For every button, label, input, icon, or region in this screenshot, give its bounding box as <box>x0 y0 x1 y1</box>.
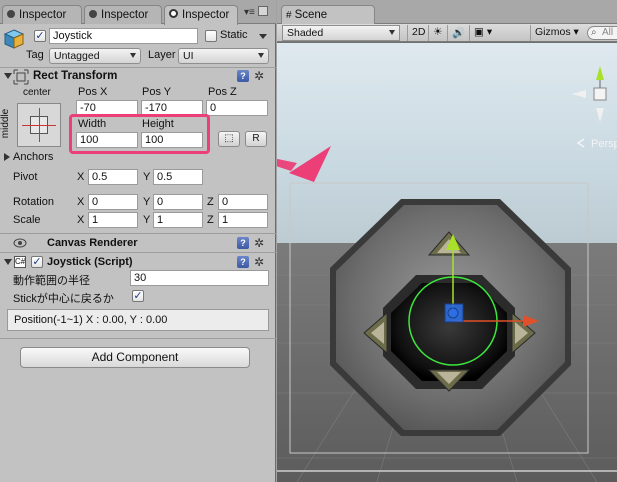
pos-z-field[interactable]: 0 <box>206 100 268 116</box>
rotation-y-axis-label: Y <box>143 196 151 208</box>
script-icon: C# <box>14 256 26 268</box>
scene-render: Persp <box>277 43 617 482</box>
search-icon: ⌕ <box>591 27 597 38</box>
rect-transform-icon <box>13 69 29 85</box>
pos-z-label: Pos Z <box>208 86 237 98</box>
scene-panel: #Scene Shaded 2D ☀ 🔊 ▣ ▾ Gizmos ▾ ⌕All <box>277 0 617 482</box>
effects-dropdown-icon[interactable]: ▣ ▾ <box>469 25 496 41</box>
rotation-label: Rotation <box>13 196 54 208</box>
chevron-down-icon <box>130 53 136 58</box>
gameobject-active-checkbox[interactable]: ✓ <box>34 30 46 42</box>
rotation-y-field[interactable]: 0 <box>153 194 203 210</box>
pos-y-label: Pos Y <box>142 86 172 98</box>
static-checkbox[interactable] <box>205 30 217 42</box>
canvas-renderer-header[interactable]: Canvas Renderer ? ✲ <box>0 233 276 251</box>
gear-icon[interactable]: ✲ <box>254 256 264 268</box>
return-to-center-checkbox[interactable]: ✓ <box>132 290 144 302</box>
scene-toolbar: Shaded 2D ☀ 🔊 ▣ ▾ Gizmos ▾ ⌕ All <box>277 24 617 42</box>
script-enabled-checkbox[interactable]: ✓ <box>31 256 43 268</box>
pivot-label: Pivot <box>13 171 38 183</box>
lighting-toggle-icon[interactable]: ☀ <box>428 25 446 41</box>
position-readout: Position(-1~1) X : 0.00, Y : 0.00 <box>7 309 269 331</box>
return-to-center-label: Stickが中心に戻るか <box>13 293 114 305</box>
rotation-x-axis-label: X <box>77 196 85 208</box>
eye-icon <box>13 237 27 249</box>
scale-y-axis-label: Y <box>143 214 151 226</box>
2d-toggle-button[interactable]: 2D <box>407 25 429 41</box>
tag-dropdown[interactable]: Untagged <box>49 48 141 64</box>
blueprint-mode-button[interactable]: ⬚ <box>218 131 240 147</box>
rotation-x-field[interactable]: 0 <box>88 194 138 210</box>
layer-label: Layer <box>148 49 176 61</box>
tab-inspector-3[interactable]: Inspector <box>164 5 238 25</box>
chevron-down-icon <box>389 30 395 35</box>
chevron-down-icon <box>258 53 264 58</box>
raw-edit-button[interactable]: R <box>245 131 267 147</box>
static-label: Static <box>220 29 248 41</box>
scene-grid-icon: # <box>286 10 292 21</box>
scale-z-axis-label: Z <box>207 214 214 226</box>
anchor-preset-horizontal-label: center <box>23 87 51 98</box>
tag-label: Tag <box>26 49 44 61</box>
pivot-y-field[interactable]: 0.5 <box>153 169 203 185</box>
gizmos-dropdown[interactable]: Gizmos ▾ <box>530 25 583 41</box>
component-title: Rect Transform <box>33 70 118 82</box>
joystick-script-header[interactable]: C# ✓ Joystick (Script) ? ✲ <box>0 252 276 270</box>
scene-search-input[interactable]: ⌕ All <box>587 26 617 40</box>
scene-viewport[interactable]: Persp <box>277 43 617 482</box>
component-title: Canvas Renderer <box>47 237 138 249</box>
gear-icon[interactable]: ✲ <box>254 70 264 82</box>
component-title: Joystick (Script) <box>47 256 133 268</box>
add-component-button[interactable]: Add Component <box>20 347 250 368</box>
fold-open-icon[interactable] <box>4 73 12 79</box>
gameobject-cube-icon <box>3 28 25 50</box>
tab-inspector-1[interactable]: Inspector <box>2 5 82 24</box>
scale-label: Scale <box>13 214 41 226</box>
gameobject-name-field[interactable]: Joystick <box>49 28 198 44</box>
inspector-icon <box>89 10 97 18</box>
pivot-x-axis-label: X <box>77 171 85 183</box>
scale-z-field[interactable]: 1 <box>218 212 268 228</box>
scene-tab-bar: # Scene <box>277 0 617 25</box>
inspector-icon <box>7 10 15 18</box>
rotation-z-field[interactable]: 0 <box>218 194 268 210</box>
tab-options-icon[interactable]: ▾≡ <box>244 7 255 18</box>
anchor-preset-vertical-label: middle <box>0 108 12 139</box>
width-height-highlight <box>69 114 210 154</box>
help-icon[interactable]: ? <box>237 256 249 268</box>
pivot-x-field[interactable]: 0.5 <box>88 169 138 185</box>
divider <box>0 338 276 339</box>
layer-dropdown[interactable]: UI <box>178 48 269 64</box>
anchor-presets-button[interactable] <box>17 103 61 147</box>
shading-mode-dropdown[interactable]: Shaded <box>282 25 400 41</box>
scale-x-axis-label: X <box>77 214 85 226</box>
inspector-icon <box>169 9 178 18</box>
anchors-label[interactable]: Anchors <box>13 151 53 163</box>
radius-field[interactable]: 30 <box>130 270 269 286</box>
gear-icon[interactable]: ✲ <box>254 237 264 249</box>
help-icon[interactable]: ? <box>237 70 249 82</box>
maximize-icon[interactable] <box>258 6 268 16</box>
inspector-panel: Inspector Inspector Inspector ▾≡ ✓ Joyst… <box>0 0 276 482</box>
static-dropdown-icon[interactable] <box>259 34 267 39</box>
persp-label: Persp <box>591 138 617 150</box>
pos-x-label: Pos X <box>78 86 108 98</box>
tab-inspector-2[interactable]: Inspector <box>84 5 162 24</box>
scale-x-field[interactable]: 1 <box>88 212 138 228</box>
pivot-y-axis-label: Y <box>143 171 151 183</box>
radius-label: 動作範囲の半径 <box>13 275 90 287</box>
inspector-tab-bar: Inspector Inspector Inspector ▾≡ <box>0 0 276 25</box>
anchors-fold-icon[interactable] <box>4 153 10 161</box>
tab-scene[interactable]: # Scene <box>281 5 375 25</box>
audio-toggle-icon[interactable]: 🔊 <box>447 25 469 41</box>
scale-y-field[interactable]: 1 <box>153 212 203 228</box>
rect-transform-header[interactable]: Rect Transform ? ✲ <box>0 67 276 85</box>
rotation-z-axis-label: Z <box>207 196 214 208</box>
fold-open-icon[interactable] <box>4 259 12 265</box>
help-icon[interactable]: ? <box>237 237 249 249</box>
